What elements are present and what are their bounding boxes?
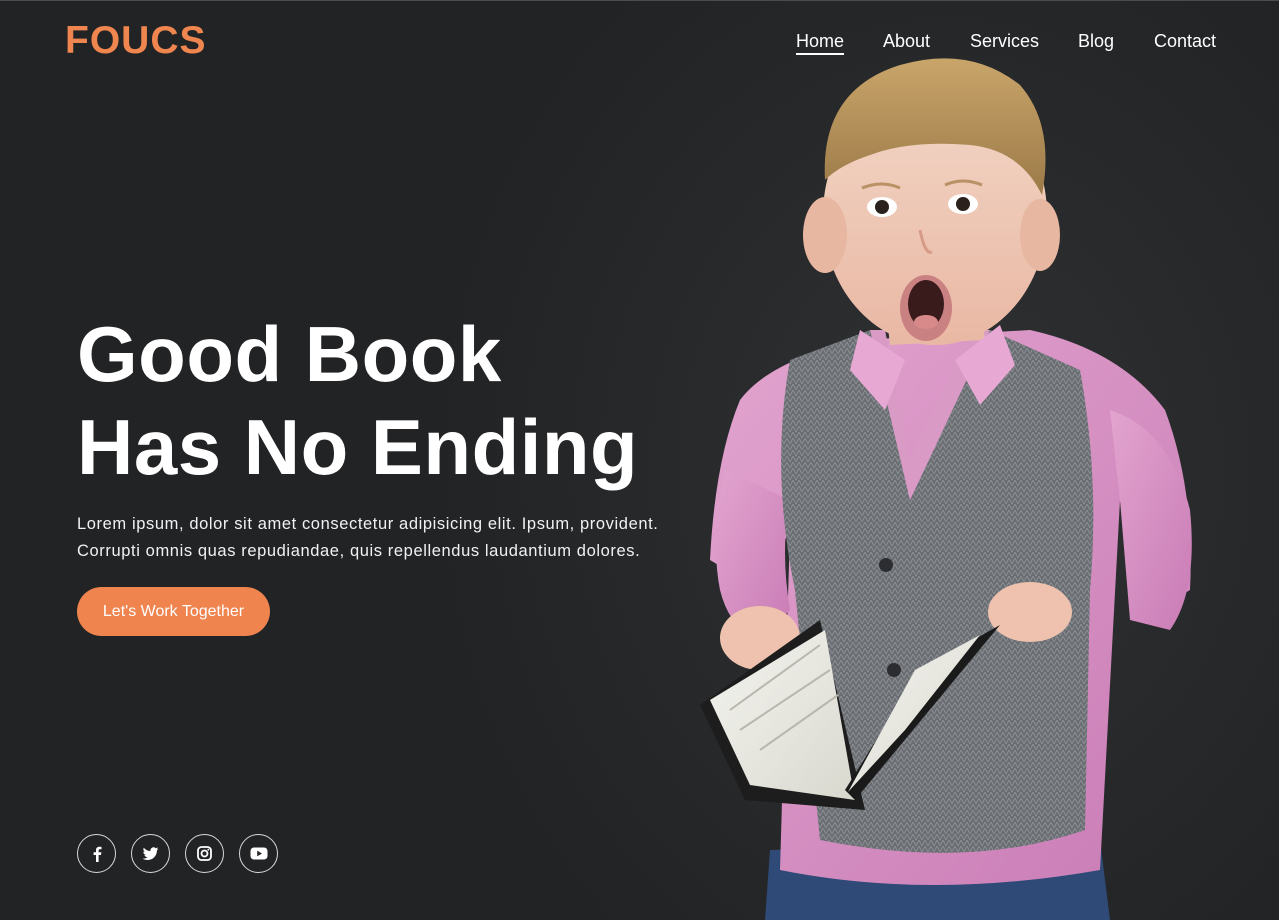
youtube-icon <box>250 847 267 860</box>
nav-item-home[interactable]: Home <box>796 30 845 55</box>
hero-title-line-1: Good Book <box>77 310 502 398</box>
nav-item-contact[interactable]: Contact <box>1154 30 1216 52</box>
hero-title-line-2: Has No Ending <box>77 403 639 491</box>
work-together-button[interactable]: Let's Work Together <box>77 587 270 636</box>
nav-item-services[interactable]: Services <box>970 30 1039 52</box>
instagram-link[interactable] <box>185 834 224 873</box>
instagram-icon <box>197 846 212 861</box>
facebook-link[interactable] <box>77 834 116 873</box>
boy-reading-book-image <box>700 58 1192 920</box>
hero-description-line-1: Lorem ipsum, dolor sit amet consectetur … <box>77 515 659 533</box>
nav-item-blog[interactable]: Blog <box>1078 30 1114 52</box>
hero-section: FOUCS Home About Services Blog Contact G… <box>0 0 1279 920</box>
hero-title: Good Book Has No Ending <box>77 308 638 494</box>
youtube-link[interactable] <box>239 834 278 873</box>
twitter-icon <box>142 846 159 860</box>
top-border <box>0 0 1279 1</box>
twitter-link[interactable] <box>131 834 170 873</box>
hero-description: Lorem ipsum, dolor sit amet consectetur … <box>77 511 727 565</box>
social-links <box>77 834 278 873</box>
hero-description-line-2: Corrupti omnis quas repudiandae, quis re… <box>77 542 641 560</box>
nav-item-about[interactable]: About <box>883 30 930 52</box>
brand-logo[interactable]: FOUCS <box>65 19 207 63</box>
facebook-icon <box>93 846 101 862</box>
